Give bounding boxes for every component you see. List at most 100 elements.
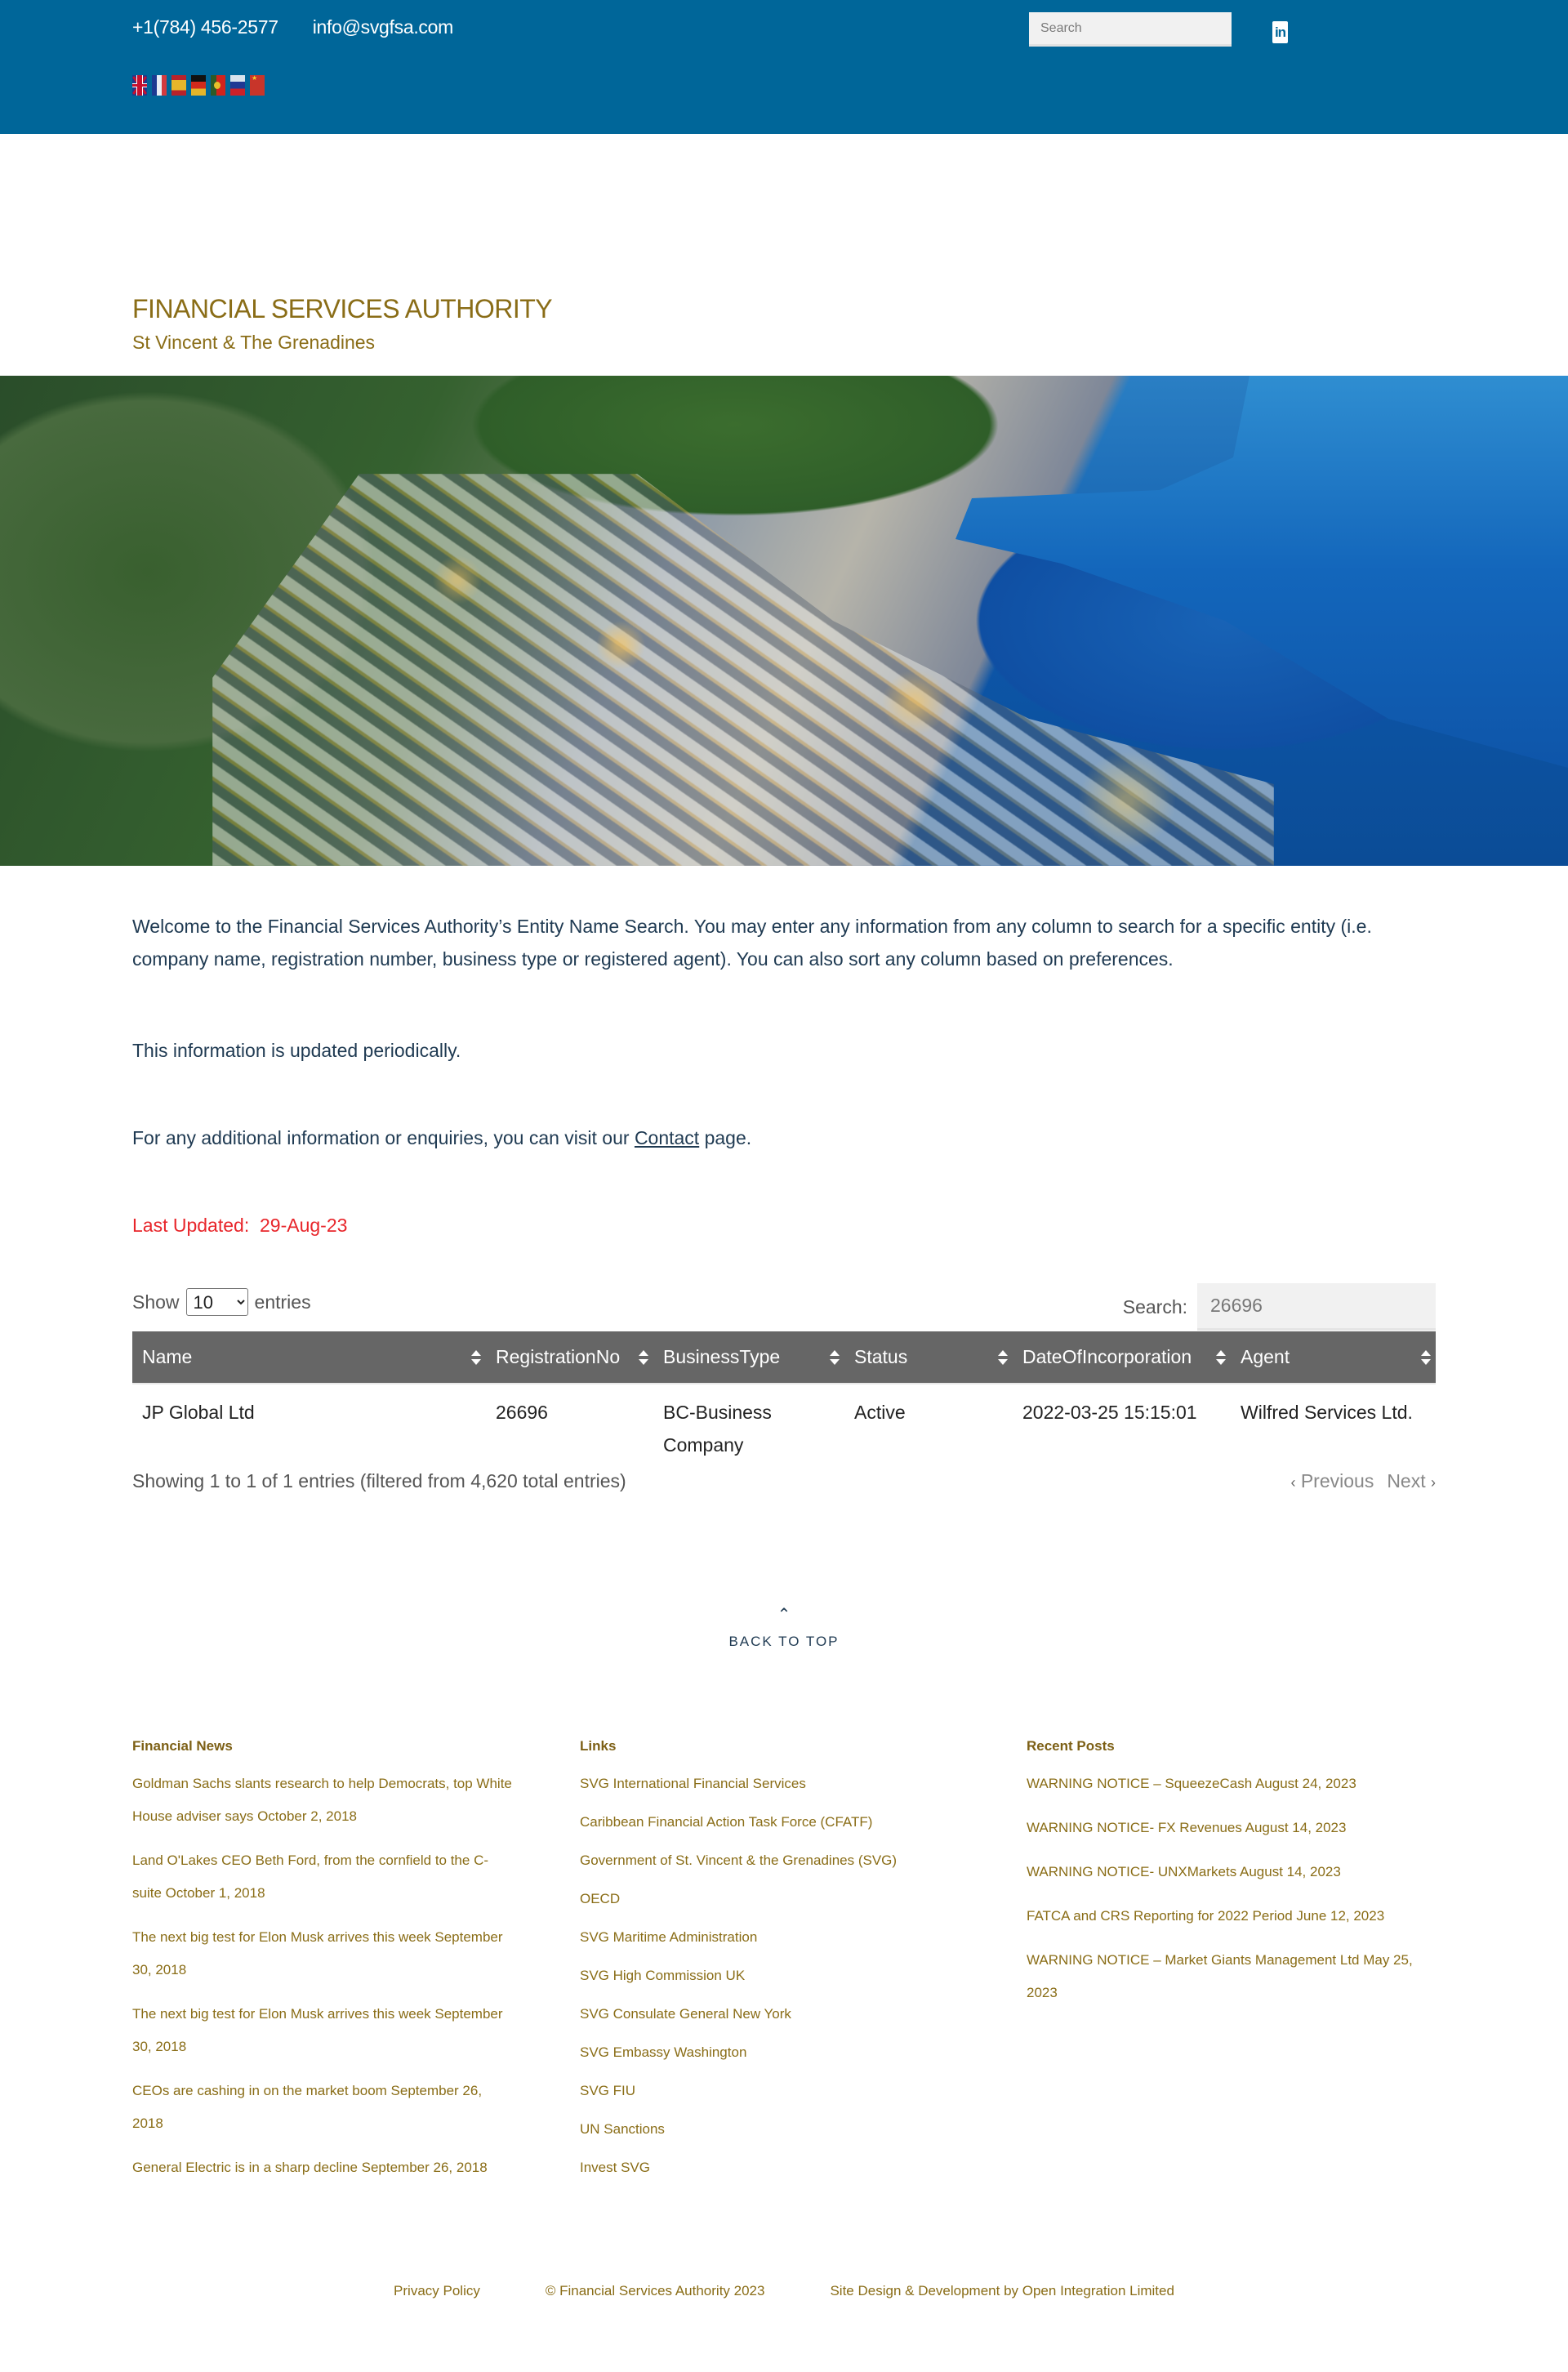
site-tagline: St Vincent & The Grenadines (132, 332, 376, 353)
table-info: Showing 1 to 1 of 1 entries (filtered fr… (132, 1470, 626, 1491)
top-bar: +1(784) 456-2577 info@svgfsa.com in (0, 0, 1568, 134)
footer-link[interactable]: SVG High Commission UK (580, 1968, 745, 1983)
last-updated-label: Last Updated: (132, 1215, 250, 1236)
news-item[interactable]: The next big test for Elon Musk arrives … (132, 2006, 503, 2054)
entity-table: Name RegistrationNo BusinessType Status … (132, 1331, 1436, 1469)
cell-status: Active (854, 1402, 906, 1423)
linkedin-icon[interactable]: in (1272, 21, 1288, 43)
table-controls: Show 10 entries Search: (132, 1278, 1436, 1335)
footer-link[interactable]: Government of St. Vincent & the Grenadin… (580, 1853, 897, 1868)
recent-post[interactable]: FATCA and CRS Reporting for 2022 Period … (1027, 1908, 1384, 1924)
length-suffix: entries (254, 1291, 311, 1313)
news-item[interactable]: The next big test for Elon Musk arrives … (132, 1929, 503, 1977)
length-prefix: Show (132, 1291, 180, 1313)
previous-label: Previous (1300, 1470, 1374, 1491)
chevron-right-icon: › (1431, 1474, 1436, 1491)
news-item[interactable]: CEOs are cashing in on the market boom S… (132, 2083, 482, 2131)
bottom-footer: Privacy Policy © Financial Services Auth… (0, 2283, 1568, 2299)
column-header-status[interactable]: Status (844, 1331, 1013, 1384)
sort-icon (830, 1349, 840, 1366)
sort-icon (998, 1349, 1008, 1366)
footer-link[interactable]: SVG FIU (580, 2083, 635, 2098)
recent-post[interactable]: WARNING NOTICE- UNXMarkets August 14, 20… (1027, 1864, 1341, 1879)
intro-text: Welcome to the Financial Services Author… (132, 916, 1372, 970)
last-updated-value: 29-Aug-23 (260, 1215, 348, 1236)
table-search-label: Search: (1122, 1295, 1187, 1318)
footer-link[interactable]: OECD (580, 1891, 620, 1906)
column-label: Status (854, 1346, 908, 1367)
news-item[interactable]: Goldman Sachs slants research to help De… (132, 1776, 512, 1824)
flag-france-icon[interactable] (152, 75, 167, 96)
footer-link[interactable]: SVG Embassy Washington (580, 2044, 746, 2060)
next-button[interactable]: Next › (1387, 1470, 1436, 1492)
table-row: JP Global Ltd 26696 BC-Business Company … (132, 1384, 1436, 1469)
phone-link[interactable]: +1(784) 456-2577 (132, 16, 278, 38)
back-to-top-button[interactable]: ⌃ BACK TO TOP (0, 1607, 1568, 1650)
entries-length: Show 10 entries (132, 1288, 311, 1316)
last-updated: Last Updated: 29-Aug-23 (132, 1209, 347, 1242)
footer-link[interactable]: SVG International Financial Services (580, 1776, 806, 1791)
email-link[interactable]: info@svgfsa.com (313, 16, 454, 38)
flag-china-icon[interactable] (250, 75, 265, 96)
column-header-name[interactable]: Name (132, 1331, 486, 1384)
hero-lights (0, 376, 1568, 866)
recent-posts-widget: Recent Posts WARNING NOTICE – SqueezeCas… (1027, 1738, 1435, 2021)
privacy-policy-link[interactable]: Privacy Policy (394, 2283, 480, 2299)
entries-per-page-select[interactable]: 10 (185, 1288, 248, 1316)
column-label: Name (142, 1346, 193, 1367)
widget-title: Recent Posts (1027, 1738, 1115, 1754)
cell-agent: Wilfred Services Ltd. (1241, 1402, 1413, 1423)
recent-post[interactable]: WARNING NOTICE – Market Giants Managemen… (1027, 1952, 1413, 2000)
recent-post[interactable]: WARNING NOTICE- FX Revenues August 14, 2… (1027, 1820, 1346, 1835)
footer-link[interactable]: SVG Maritime Administration (580, 1929, 757, 1945)
flag-uk-icon[interactable] (132, 75, 147, 96)
footer-link[interactable]: Invest SVG (580, 2160, 650, 2175)
enquiries-text-after: page. (699, 1127, 752, 1148)
news-item[interactable]: General Electric is in a sharp decline S… (132, 2160, 488, 2175)
flag-portugal-icon[interactable] (211, 75, 225, 96)
sort-icon (1216, 1349, 1226, 1366)
column-header-registration-no[interactable]: RegistrationNo (486, 1331, 653, 1384)
table-search-input[interactable] (1197, 1283, 1436, 1331)
copyright: © Financial Services Authority 2023 (545, 2283, 765, 2298)
sort-icon (471, 1349, 481, 1366)
chevron-up-icon: ⌃ (777, 1606, 791, 1624)
previous-button[interactable]: ‹ Previous (1290, 1470, 1374, 1492)
flag-russia-icon[interactable] (230, 75, 245, 96)
hero-image (0, 376, 1568, 866)
column-label: Agent (1241, 1346, 1290, 1367)
site-title[interactable]: FINANCIAL SERVICES AUTHORITY (132, 294, 553, 324)
column-header-business-type[interactable]: BusinessType (653, 1331, 844, 1384)
cell-business-type: BC-Business Company (663, 1402, 772, 1456)
cell-registration-no: 26696 (496, 1402, 548, 1423)
site-search-input[interactable] (1029, 12, 1232, 47)
enquiries-text: For any additional information or enquir… (132, 1121, 751, 1154)
footer-link[interactable]: UN Sanctions (580, 2121, 665, 2137)
footer-link[interactable]: SVG Consulate General New York (580, 2006, 791, 2022)
financial-news-widget: Financial News Goldman Sachs slants rese… (132, 1738, 516, 2196)
pagination: ‹ Previous Next › (1290, 1470, 1436, 1492)
sort-icon (639, 1349, 648, 1366)
column-label: DateOfIncorporation (1022, 1346, 1192, 1367)
table-search: Search: (1123, 1283, 1436, 1331)
column-label: BusinessType (663, 1346, 781, 1367)
back-to-top-label: BACK TO TOP (728, 1634, 840, 1649)
contact-info: +1(784) 456-2577 info@svgfsa.com (132, 16, 453, 38)
news-item[interactable]: Land O'Lakes CEO Beth Ford, from the cor… (132, 1853, 488, 1901)
column-label: RegistrationNo (496, 1346, 621, 1367)
flag-spain-icon[interactable] (172, 75, 186, 96)
contact-page-link[interactable]: Contact (635, 1127, 699, 1148)
widget-title: Links (580, 1738, 617, 1754)
sort-icon (1421, 1349, 1431, 1366)
next-label: Next (1387, 1470, 1426, 1491)
enquiries-text-before: For any additional information or enquir… (132, 1127, 635, 1148)
widget-title: Financial News (132, 1738, 233, 1754)
recent-post[interactable]: WARNING NOTICE – SqueezeCash August 24, … (1027, 1776, 1356, 1791)
flag-germany-icon[interactable] (191, 75, 206, 96)
column-header-date-of-incorporation[interactable]: DateOfIncorporation (1013, 1331, 1231, 1384)
table-header-row: Name RegistrationNo BusinessType Status … (132, 1331, 1436, 1384)
update-note: This information is updated periodically… (132, 1040, 461, 1061)
column-header-agent[interactable]: Agent (1231, 1331, 1436, 1384)
site-credit-link[interactable]: Site Design & Development by Open Integr… (830, 2283, 1174, 2299)
footer-link[interactable]: Caribbean Financial Action Task Force (C… (580, 1814, 872, 1830)
